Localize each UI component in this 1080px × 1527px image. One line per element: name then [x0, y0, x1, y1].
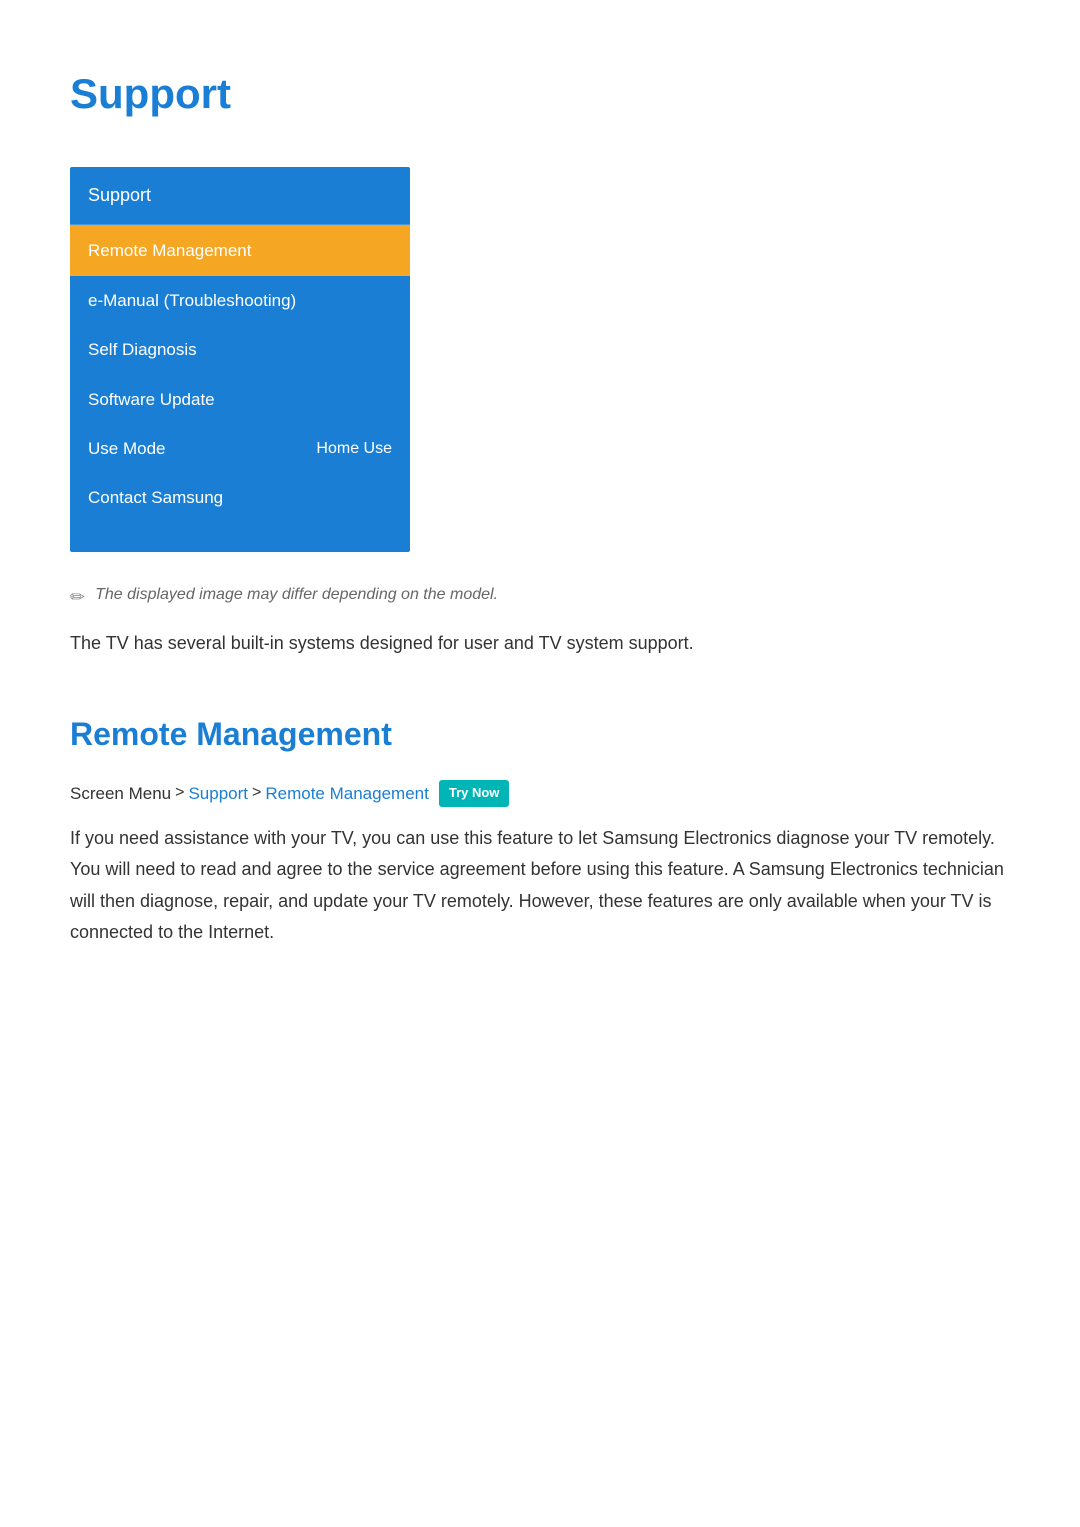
menu-item-contact-samsung[interactable]: Contact Samsung	[70, 473, 410, 522]
menu-item-software-update[interactable]: Software Update	[70, 375, 410, 424]
breadcrumb-link-remote-management[interactable]: Remote Management	[265, 780, 428, 807]
breadcrumb-separator-2: >	[252, 780, 261, 806]
page-title: Support	[70, 60, 1010, 127]
menu-item-emanual[interactable]: e-Manual (Troubleshooting)	[70, 276, 410, 325]
note-row: ✏ The displayed image may differ dependi…	[70, 582, 1010, 612]
menu-item-remote-management[interactable]: Remote Management	[70, 225, 410, 276]
breadcrumb-separator-1: >	[175, 780, 184, 806]
try-now-badge[interactable]: Try Now	[439, 780, 510, 807]
menu-item-use-mode-label: Use Mode	[88, 435, 165, 462]
main-description: The TV has several built-in systems desi…	[70, 628, 1010, 659]
breadcrumb-link-support[interactable]: Support	[188, 780, 248, 807]
note-text: The displayed image may differ depending…	[95, 582, 498, 608]
section-title: Remote Management	[70, 709, 1010, 760]
breadcrumb: Screen Menu > Support > Remote Managemen…	[70, 780, 1010, 807]
breadcrumb-prefix: Screen Menu	[70, 780, 171, 807]
section-body: If you need assistance with your TV, you…	[70, 823, 1010, 949]
pencil-icon: ✏	[70, 583, 85, 612]
menu-panel: Support Remote Management e-Manual (Trou…	[70, 167, 410, 552]
menu-item-use-mode[interactable]: Use Mode Home Use	[70, 424, 410, 473]
menu-spacer	[70, 522, 410, 552]
menu-item-self-diagnosis[interactable]: Self Diagnosis	[70, 325, 410, 374]
menu-header: Support	[70, 167, 410, 225]
menu-item-use-mode-value: Home Use	[316, 436, 392, 462]
